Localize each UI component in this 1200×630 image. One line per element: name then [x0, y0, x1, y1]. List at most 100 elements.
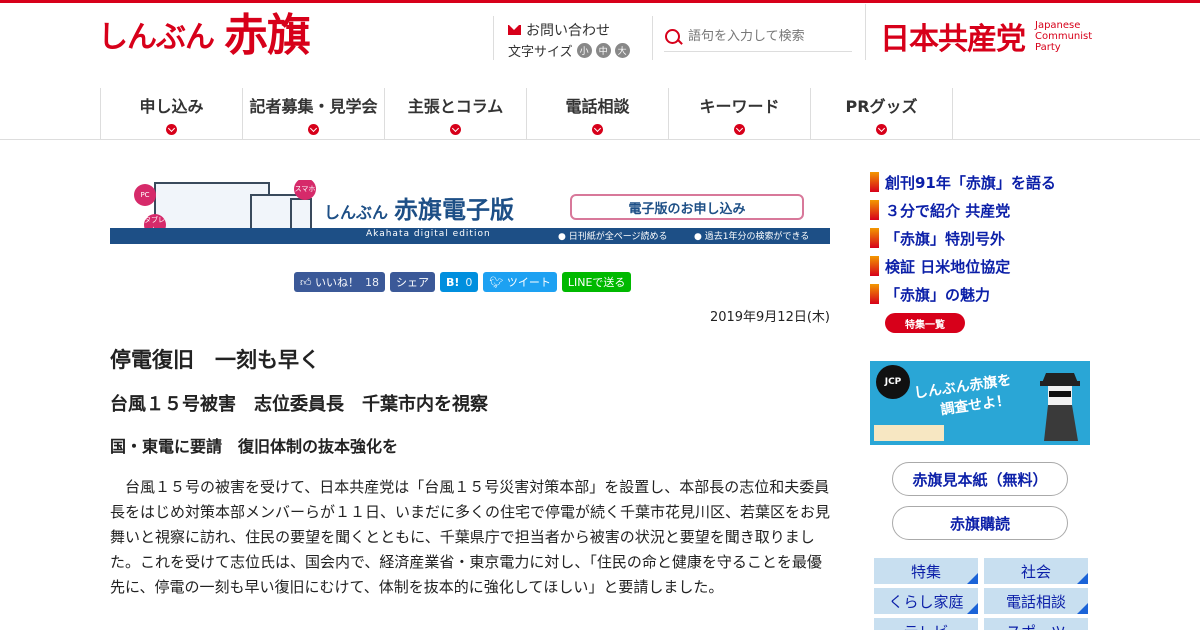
link-marker-icon [870, 200, 879, 220]
chevron-down-icon [166, 124, 177, 135]
jcp-logo[interactable]: 日本共産党 Japanese Communist Party [880, 14, 1092, 58]
chevron-down-icon [734, 124, 745, 135]
banner-note: ● 過去1年分の検索ができる [694, 232, 810, 242]
logo-small-text: しんぶん [98, 20, 215, 55]
header-divider [865, 4, 866, 60]
nav-label: 電話相談 [565, 97, 630, 116]
free-sample-button[interactable]: 赤旗見本紙（無料） [892, 462, 1068, 496]
nav-item-apply[interactable]: 申し込み [101, 88, 243, 140]
party-name: 日本共産党 [880, 22, 1026, 57]
nav-label: 申し込み [139, 97, 204, 116]
nav-item-recruit[interactable]: 記者募集・見学会 [243, 88, 385, 140]
nav-label: PRグッズ [845, 97, 918, 116]
main-nav: 申し込み 記者募集・見学会 主張とコラム 電話相談 キーワード PRグッズ [100, 88, 953, 140]
featured-link[interactable]: 「赤旗」特別号外 [870, 224, 1056, 252]
hatena-label: B! [446, 275, 460, 289]
featured-link[interactable]: 検証 日米地位協定 [870, 252, 1056, 280]
featured-link[interactable]: 「赤旗」の魅力 [870, 280, 1056, 308]
site-logo[interactable]: しんぶん 赤旗 [98, 10, 311, 62]
nav-label: 主張とコラム [407, 97, 504, 116]
category-features[interactable]: 特集 [874, 558, 978, 584]
facebook-share-button[interactable]: シェア [390, 272, 435, 292]
banner-title-small: しんぶん [324, 203, 389, 222]
featured-link-label: 検証 日米地位協定 [885, 257, 1011, 276]
like-count: 18 [365, 275, 379, 289]
link-marker-icon [870, 172, 879, 192]
search-icon[interactable] [664, 28, 682, 46]
nav-item-pr-goods[interactable]: PRグッズ [811, 88, 953, 140]
nav-label: 記者募集・見学会 [249, 97, 378, 116]
banner-title: しんぶん 赤旗電子版 [324, 190, 514, 225]
featured-link-label: 「赤旗」の魅力 [885, 285, 991, 304]
category-sports[interactable]: スポーツ [984, 618, 1088, 630]
chevron-down-icon [592, 124, 603, 135]
header-divider [652, 16, 653, 60]
article-heading: 国・東電に要請 復旧体制の抜本強化を [110, 437, 399, 456]
jcp-magazine-badge: JCP [876, 365, 910, 399]
chevron-down-icon [876, 124, 887, 135]
category-living[interactable]: くらし家庭 [874, 588, 978, 614]
mail-icon [508, 25, 521, 35]
font-size-control: 文字サイズ 小 中 大 [508, 41, 630, 60]
logo-big-text: 赤旗 [224, 10, 311, 61]
article-body: 台風１５号の被害を受けて、日本共産党は「台風１５号災害対策本部」を設置し、本部長… [110, 478, 831, 596]
chevron-down-icon [450, 124, 461, 135]
chevron-down-icon [308, 124, 319, 135]
features-list-button[interactable]: 特集一覧 [885, 313, 965, 333]
nav-label: キーワード [699, 97, 780, 116]
pc-badge: PC [134, 184, 156, 206]
font-size-label: 文字サイズ [508, 45, 573, 60]
twitter-bird-icon: 🐦︎ [489, 275, 504, 289]
line-share-button[interactable]: LINEで送る [561, 272, 632, 292]
link-marker-icon [870, 256, 879, 276]
line-label: LINEで送る [567, 276, 626, 289]
party-en-line: Communist [1035, 30, 1093, 42]
digital-edition-banner[interactable]: PC スマホ タブレット しんぶん 赤旗電子版 電子版のお申し込み Akahat… [110, 180, 830, 244]
featured-links: 創刊91年「赤旗」を語る ３分で紹介 共産党 「赤旗」特別号外 検証 日米地位協… [870, 168, 1056, 308]
font-size-large-button[interactable]: 大 [614, 43, 630, 58]
contact-label: お問い合わせ [526, 23, 610, 39]
category-society[interactable]: 社会 [984, 558, 1088, 584]
like-label: いいね！ [315, 276, 359, 289]
banner-title-big: 赤旗電子版 [394, 196, 515, 224]
smartphone-badge: スマホ [294, 180, 316, 200]
banner-note: ● 日刊紙が全ページ読める [558, 232, 668, 242]
subscribe-button[interactable]: 赤旗購読 [892, 506, 1068, 540]
category-grid: 特集 社会 くらし家庭 電話相談 テレビ スポーツ [874, 558, 1088, 630]
article-subtitle: 台風１５号被害 志位委員長 千葉市内を視察 [110, 394, 488, 415]
party-name-en: Japanese Communist Party [1035, 20, 1092, 53]
tweet-button[interactable]: 🐦︎ ツイート [483, 272, 557, 292]
banner-subtitle: Akahata digital edition [366, 229, 491, 239]
font-size-medium-button[interactable]: 中 [595, 43, 611, 58]
link-marker-icon [870, 284, 879, 304]
facebook-like-button[interactable]: 👍︎ いいね！ 18 [294, 272, 385, 292]
link-marker-icon [870, 228, 879, 248]
featured-link[interactable]: ３分で紹介 共産党 [870, 196, 1056, 224]
thumbs-up-icon: 👍︎ [300, 275, 312, 289]
category-tv[interactable]: テレビ [874, 618, 978, 630]
tweet-label: ツイート [506, 276, 551, 289]
nav-item-keywords[interactable]: キーワード [669, 88, 811, 140]
featured-link[interactable]: 創刊91年「赤旗」を語る [870, 168, 1056, 196]
promo-ticket-image [874, 425, 944, 441]
share-buttons: 👍︎ いいね！ 18 シェア B! 0 🐦︎ ツイート LINEで送る [294, 272, 636, 292]
article-date: 2019年9月12日(木) [709, 310, 830, 325]
party-en-line: Japanese [1035, 19, 1081, 31]
search-box [664, 22, 852, 52]
digital-edition-apply-button[interactable]: 電子版のお申し込み [570, 194, 804, 220]
party-en-line: Party [1035, 41, 1061, 53]
font-size-small-button[interactable]: 小 [576, 43, 592, 58]
featured-link-label: 「赤旗」特別号外 [885, 229, 1006, 248]
category-phone-consult[interactable]: 電話相談 [984, 588, 1088, 614]
nav-item-editorials[interactable]: 主張とコラム [385, 88, 527, 140]
hatena-bookmark-button[interactable]: B! 0 [440, 272, 479, 292]
search-input[interactable] [688, 29, 848, 44]
nav-item-phone-consult[interactable]: 電話相談 [527, 88, 669, 140]
article-title: 停電復旧 一刻も早く [110, 348, 320, 372]
promo-title: しんぶん赤旗を 調査せよ！ [913, 370, 1016, 423]
detective-figure-image [1040, 373, 1080, 441]
investigate-promo-banner[interactable]: JCP しんぶん赤旗を 調査せよ！ [870, 361, 1090, 445]
featured-link-label: 創刊91年「赤旗」を語る [885, 173, 1056, 192]
contact-link[interactable]: お問い合わせ [508, 20, 610, 40]
featured-link-label: ３分で紹介 共産党 [885, 201, 1011, 220]
